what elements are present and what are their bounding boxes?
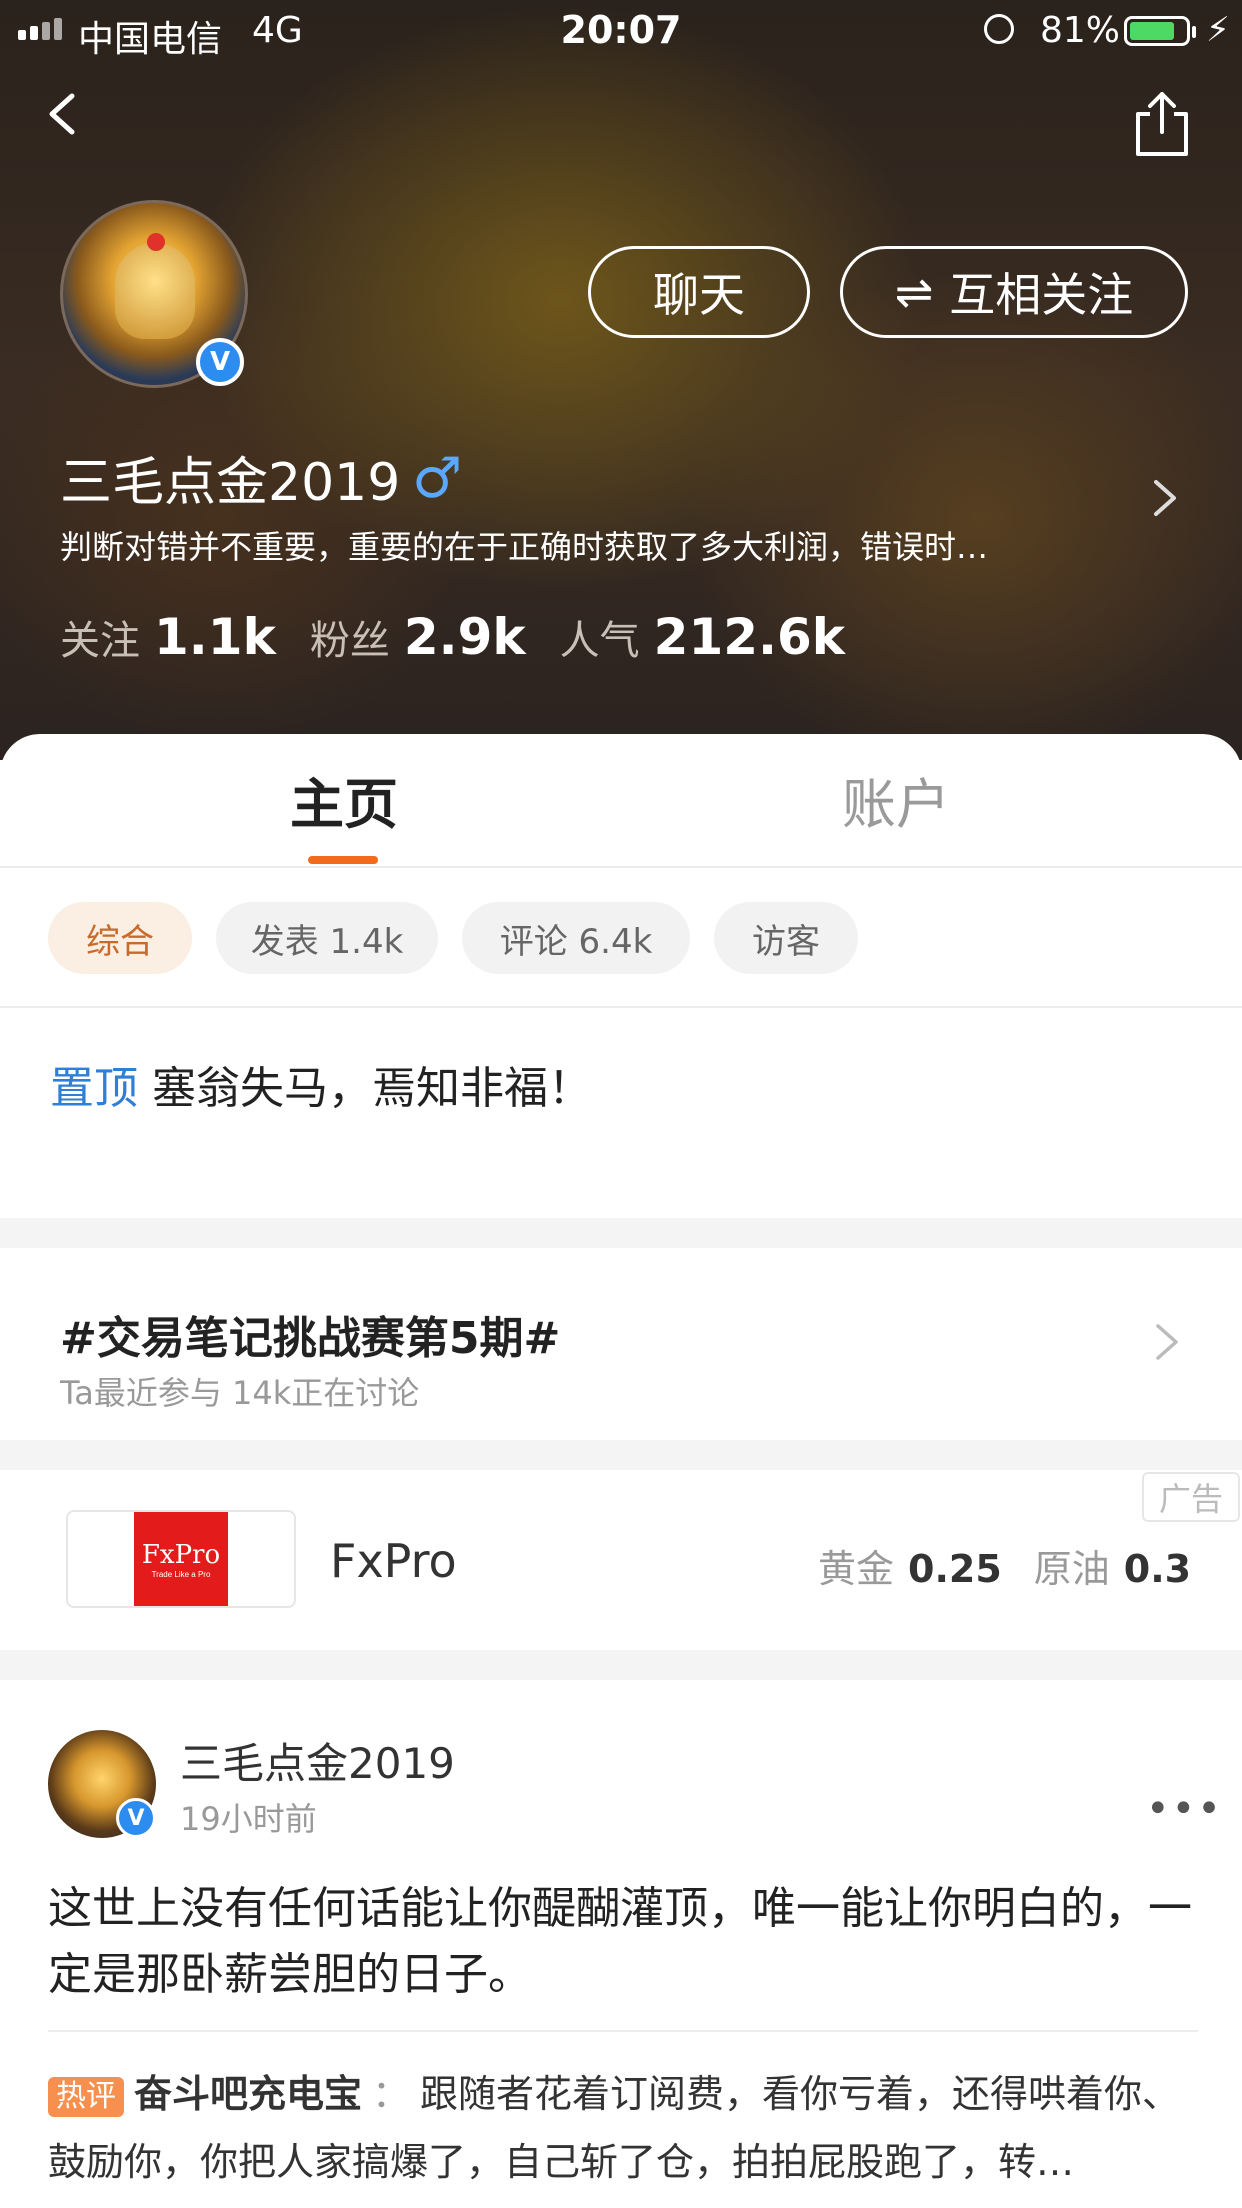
ad-name[interactable]: FxPro [330, 1534, 457, 1588]
pinned-text: 塞翁失马，焉知非福！ [152, 1063, 592, 1114]
verified-badge-icon: V [196, 338, 244, 386]
post-author-name[interactable]: 三毛点金2019 [180, 1730, 455, 1791]
quote-gold-label: 黄金 [818, 1547, 895, 1591]
mutual-follow-button[interactable]: ⇌ 互相关注 [840, 246, 1188, 338]
hot-comment-badge: 热评 [48, 2076, 124, 2117]
profile-username: 三毛点金2019 [60, 453, 401, 513]
chevron-right-icon[interactable] [1150, 478, 1180, 518]
profile-bio[interactable]: 判断对错并不重要，重要的在于正确时获取了多大利润，错误时… [60, 522, 1120, 568]
battery-cap [1192, 26, 1196, 38]
fxpro-logo: FxPro Trade Like a Pro [134, 1512, 228, 1606]
ad-label: 广告 [1142, 1472, 1240, 1522]
pinned-tag: 置顶 [50, 1063, 138, 1114]
chat-button-label: 聊天 [653, 268, 745, 322]
pinned-post[interactable]: 置顶 塞翁失马，焉知非福！ [50, 1052, 592, 1116]
section-gap [0, 1218, 1242, 1248]
status-bar: 中国电信 4G 20:07 81% ⚡ [0, 0, 1242, 62]
male-gender-icon: ♂ [412, 446, 463, 511]
profile-stats: 关注 1.1k 粉丝 2.9k 人气 212.6k [60, 608, 879, 666]
post-body[interactable]: 这世上没有任何话能让你醍醐灌顶，唯一能让你明白的，一定是那卧薪尝胆的日子。 [48, 1876, 1198, 2008]
section-gap [0, 1440, 1242, 1470]
hot-comment-colon: ： [372, 2072, 411, 2116]
quote-oil-value: 0.3 [1123, 1547, 1192, 1591]
hot-comment[interactable]: 热评 奋斗吧充电宝：跟随者花着订阅费，看你亏着，还得哄着你、鼓励你，你把人家搞爆了… [48, 2060, 1198, 2196]
share-icon[interactable] [1134, 88, 1190, 158]
tabs-divider [0, 866, 1242, 868]
back-arrow-icon[interactable] [40, 92, 84, 136]
filter-chip-comments[interactable]: 评论 6.4k [462, 902, 690, 974]
chat-button[interactable]: 聊天 [588, 246, 810, 338]
quote-oil-label: 原油 [1033, 1547, 1110, 1591]
topic-title[interactable]: #交易笔记挑战赛第5期# [60, 1302, 560, 1366]
stat-followers-label[interactable]: 粉丝 [310, 608, 390, 666]
more-options-icon[interactable]: ••• [1146, 1786, 1223, 1832]
battery-percent: 81% [1040, 10, 1121, 51]
active-tab-indicator [308, 856, 378, 864]
tab-home[interactable]: 主页 [290, 760, 398, 839]
filter-chip-overview[interactable]: 综合 [48, 902, 192, 974]
post-divider [48, 2030, 1198, 2032]
mutual-follow-icon: ⇌ [894, 265, 934, 319]
verified-badge-icon: V [116, 1798, 156, 1838]
stat-following-value[interactable]: 1.1k [154, 608, 276, 666]
section-gap [0, 1650, 1242, 1680]
charging-icon: ⚡ [1206, 10, 1230, 50]
filter-chip-visitors[interactable]: 访客 [714, 902, 858, 974]
tab-account[interactable]: 账户 [842, 760, 950, 839]
stat-popularity-value: 212.6k [653, 608, 846, 666]
quote-gold-value: 0.25 [908, 1547, 1002, 1591]
stat-popularity-label: 人气 [559, 618, 640, 664]
chevron-right-icon[interactable] [1154, 1322, 1180, 1362]
avatar-figure [115, 243, 195, 339]
stat-following-label[interactable]: 关注 [60, 608, 140, 666]
ad-quotes[interactable]: 黄金 0.25 原油 0.3 [818, 1538, 1209, 1593]
topic-meta: Ta最近参与 14k正在讨论 [60, 1374, 420, 1412]
rotation-lock-icon [984, 14, 1014, 44]
avatar-ornament [147, 233, 165, 251]
hot-comment-user[interactable]: 奋斗吧充电宝 [134, 2072, 362, 2116]
battery-icon [1124, 16, 1190, 46]
stat-followers-value[interactable]: 2.9k [404, 608, 526, 666]
filters-divider [0, 1006, 1242, 1008]
filter-chip-posts[interactable]: 发表 1.4k [216, 902, 438, 974]
mutual-follow-label: 互相关注 [949, 268, 1134, 322]
post-timestamp: 19小时前 [180, 1800, 317, 1838]
